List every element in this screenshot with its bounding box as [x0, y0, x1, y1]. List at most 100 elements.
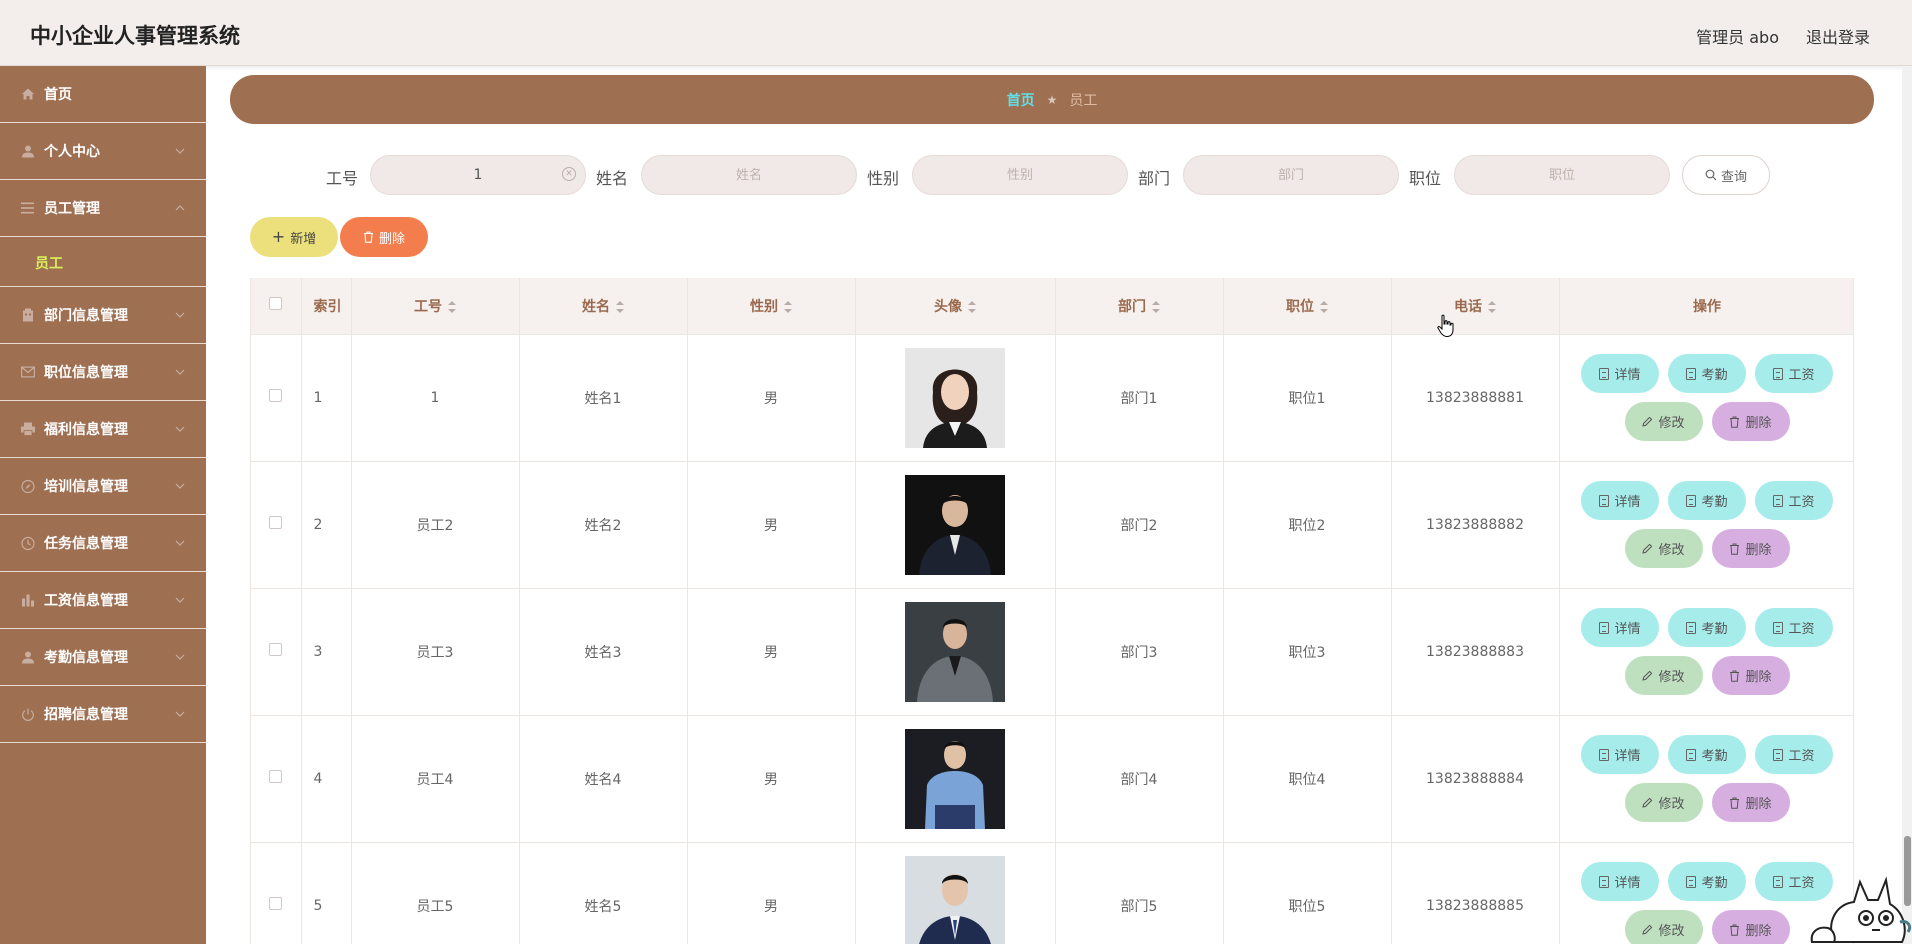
sort-icon[interactable] — [1488, 300, 1496, 313]
breadcrumb: 首页 ★ 员工 — [230, 75, 1874, 124]
sidebar-item-salary[interactable]: 工资信息管理 — [0, 572, 206, 629]
printer-icon — [20, 422, 35, 437]
salary-button[interactable]: 工资 — [1755, 354, 1833, 393]
row-checkbox[interactable] — [269, 643, 283, 656]
sidebar-item-training[interactable]: 培训信息管理 — [0, 458, 206, 515]
select-all-checkbox[interactable] — [269, 297, 283, 311]
row-select-cell — [251, 842, 302, 944]
row-delete-button[interactable]: 删除 — [1711, 656, 1790, 695]
edit-button[interactable]: 修改 — [1624, 783, 1703, 822]
detail-button[interactable]: 详情 — [1581, 862, 1659, 901]
sidebar-item-label: 职位信息管理 — [44, 365, 128, 381]
row-delete-button[interactable]: 删除 — [1711, 783, 1790, 822]
pencil-icon — [1642, 543, 1653, 554]
salary-button[interactable]: 工资 — [1755, 608, 1833, 647]
mail-icon — [20, 365, 35, 380]
sidebar-subitem-label[interactable]: 员工 — [35, 253, 63, 273]
detail-button-label: 详情 — [1614, 368, 1641, 383]
edit-button[interactable]: 修改 — [1624, 656, 1703, 695]
avatar[interactable] — [905, 347, 1005, 448]
row-delete-button[interactable]: 删除 — [1711, 402, 1790, 441]
edit-button[interactable]: 修改 — [1624, 529, 1703, 568]
header-gender[interactable]: 性别 — [687, 278, 856, 335]
header-gender-label: 性别 — [750, 298, 778, 315]
sidebar-item-dept[interactable]: 部门信息管理 — [0, 287, 206, 344]
add-button[interactable]: + 新增 — [250, 217, 338, 257]
attendance-button[interactable]: 考勤 — [1668, 608, 1746, 647]
salary-button[interactable]: 工资 — [1755, 481, 1833, 520]
sort-icon[interactable] — [448, 300, 456, 313]
chevron-down-icon — [174, 480, 186, 492]
search-label-dept: 部门 — [1138, 169, 1171, 188]
header-position[interactable]: 职位 — [1223, 278, 1392, 335]
row-delete-button[interactable]: 删除 — [1711, 529, 1790, 568]
detail-button[interactable]: 详情 — [1581, 354, 1659, 393]
attendance-button[interactable]: 考勤 — [1668, 481, 1746, 520]
page-scrollbar[interactable] — [1902, 66, 1912, 944]
avatar[interactable] — [905, 474, 1005, 575]
cell-name: 姓名2 — [519, 461, 688, 589]
avatar[interactable] — [905, 855, 1005, 944]
header-name[interactable]: 姓名 — [519, 278, 688, 335]
logout-link[interactable]: 退出登录 — [1806, 24, 1870, 48]
row-checkbox[interactable] — [269, 516, 283, 529]
sidebar-item-welfare[interactable]: 福利信息管理 — [0, 401, 206, 458]
batch-delete-button[interactable]: 删除 — [340, 217, 428, 257]
row-delete-button-label: 删除 — [1745, 416, 1772, 431]
clear-icon[interactable]: ✕ — [562, 167, 576, 181]
sidebar-item-task[interactable]: 任务信息管理 — [0, 515, 206, 572]
sidebar-item-home[interactable]: 首页 — [0, 66, 206, 123]
search-input-id[interactable] — [370, 155, 586, 195]
attendance-button[interactable]: 考勤 — [1668, 735, 1746, 774]
cell-index: 4 — [301, 715, 352, 843]
detail-button[interactable]: 详情 — [1581, 735, 1659, 774]
sidebar-item-position[interactable]: 职位信息管理 — [0, 344, 206, 401]
sidebar-item-attendance[interactable]: 考勤信息管理 — [0, 629, 206, 686]
search-input-name[interactable] — [641, 155, 857, 195]
sort-icon[interactable] — [1152, 300, 1160, 313]
detail-button[interactable]: 详情 — [1581, 481, 1659, 520]
table-row: 2 员工2 姓名2 男 部门2 职位2 13823888882 详情 考勤 工资 修改 删除 — [251, 461, 1853, 589]
header-id[interactable]: 工号 — [351, 278, 520, 335]
row-delete-button[interactable]: 删除 — [1711, 910, 1790, 944]
edit-button-label: 修改 — [1658, 670, 1685, 685]
document-icon — [1686, 494, 1697, 507]
sidebar-item-profile[interactable]: 个人中心 — [0, 123, 206, 180]
cell-avatar — [855, 461, 1056, 589]
sort-icon[interactable] — [616, 300, 624, 313]
breadcrumb-home[interactable]: 首页 — [1007, 90, 1035, 110]
chevron-down-icon — [174, 651, 186, 663]
header-avatar[interactable]: 头像 — [855, 278, 1056, 335]
search-input-position[interactable] — [1454, 155, 1670, 195]
cell-name: 姓名4 — [519, 715, 688, 843]
avatar[interactable] — [905, 601, 1005, 702]
avatar[interactable] — [905, 728, 1005, 829]
user-icon — [20, 650, 35, 665]
sort-icon[interactable] — [1320, 300, 1328, 313]
edit-button[interactable]: 修改 — [1624, 402, 1703, 441]
cell-name: 姓名3 — [519, 588, 688, 716]
sort-icon[interactable] — [968, 300, 976, 313]
query-button[interactable]: 查询 — [1682, 155, 1770, 195]
salary-button[interactable]: 工资 — [1755, 735, 1833, 774]
cell-dept: 部门1 — [1055, 334, 1224, 462]
row-checkbox[interactable] — [269, 770, 283, 783]
attendance-button[interactable]: 考勤 — [1668, 862, 1746, 901]
chevron-down-icon — [174, 537, 186, 549]
document-icon — [1773, 494, 1784, 507]
row-checkbox[interactable] — [269, 389, 283, 402]
sidebar-item-employee-mgmt[interactable]: 员工管理 — [0, 180, 206, 237]
attendance-button[interactable]: 考勤 — [1668, 354, 1746, 393]
search-input-dept[interactable] — [1183, 155, 1399, 195]
sidebar-item-recruit[interactable]: 招聘信息管理 — [0, 686, 206, 743]
edit-button[interactable]: 修改 — [1624, 910, 1703, 944]
detail-button-label: 详情 — [1614, 749, 1641, 764]
sidebar-item-label: 个人中心 — [44, 144, 100, 160]
detail-button[interactable]: 详情 — [1581, 608, 1659, 647]
sort-icon[interactable] — [784, 300, 792, 313]
header-phone[interactable]: 电话 — [1391, 278, 1560, 335]
header-dept[interactable]: 部门 — [1055, 278, 1224, 335]
row-checkbox[interactable] — [269, 897, 283, 910]
search-input-gender[interactable] — [912, 155, 1128, 195]
row-actions-top: 详情 考勤 工资 — [1581, 735, 1833, 774]
